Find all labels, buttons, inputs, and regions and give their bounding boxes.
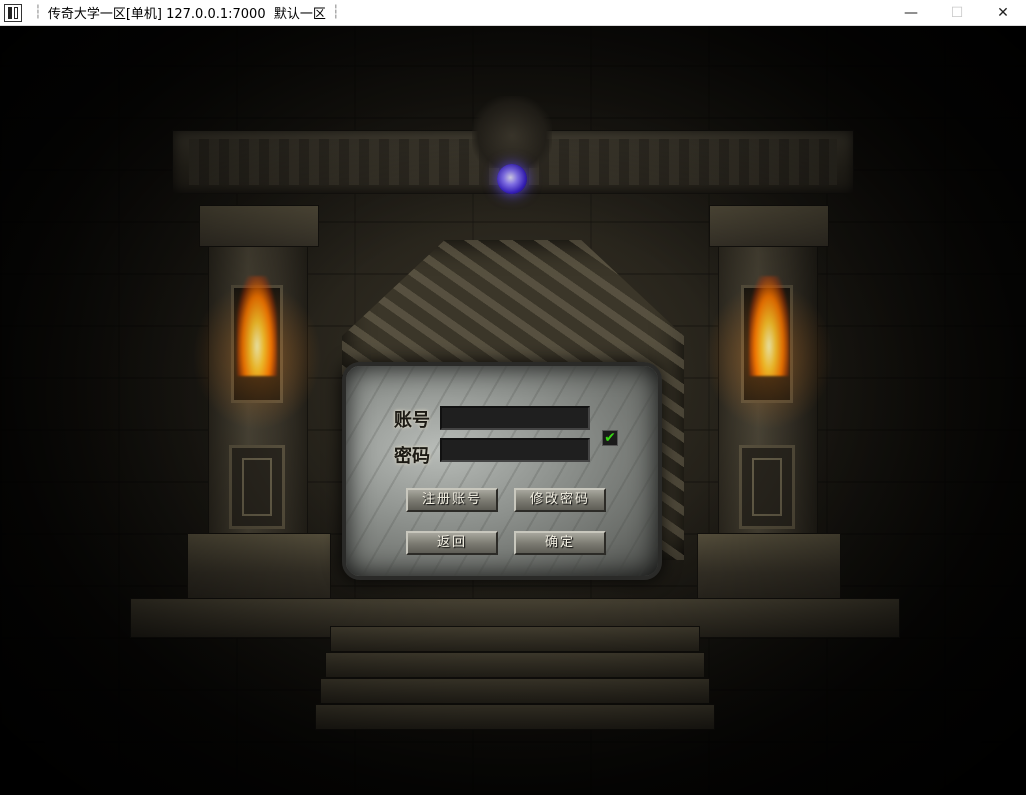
window-title: 传奇大学一区[单机] 127.0.0.1:7000 默认一区 [47,7,326,22]
title-separator-right: ┆ [331,5,340,20]
confirm-button[interactable]: 确定 [514,531,606,555]
account-label: 账号 [394,410,430,431]
back-button[interactable]: 返回 [406,531,498,555]
change-password-button[interactable]: 修改密码 [514,488,606,512]
title-separator-left: ┆ [34,5,42,20]
close-button[interactable]: ✕ [980,0,1026,26]
app-icon [4,3,22,22]
account-input[interactable] [440,406,590,430]
window-controls: — ☐ ✕ [888,0,1026,26]
minimize-button[interactable]: — [888,0,934,26]
password-label: 密码 [394,446,430,467]
window-titlebar: ┆ 传奇大学一区[单机] 127.0.0.1:7000 默认一区 ┆ — ☐ ✕ [0,0,1026,26]
game-viewport: 账号 ✔ 密码 注册账号 修改密码 返回 确定 [0,26,1026,795]
remember-checkbox[interactable]: ✔ [602,430,618,446]
login-panel: 账号 ✔ 密码 注册账号 修改密码 返回 确定 [342,362,662,580]
maximize-button[interactable]: ☐ [934,0,980,26]
password-input[interactable] [440,438,590,462]
register-account-button[interactable]: 注册账号 [406,488,498,512]
